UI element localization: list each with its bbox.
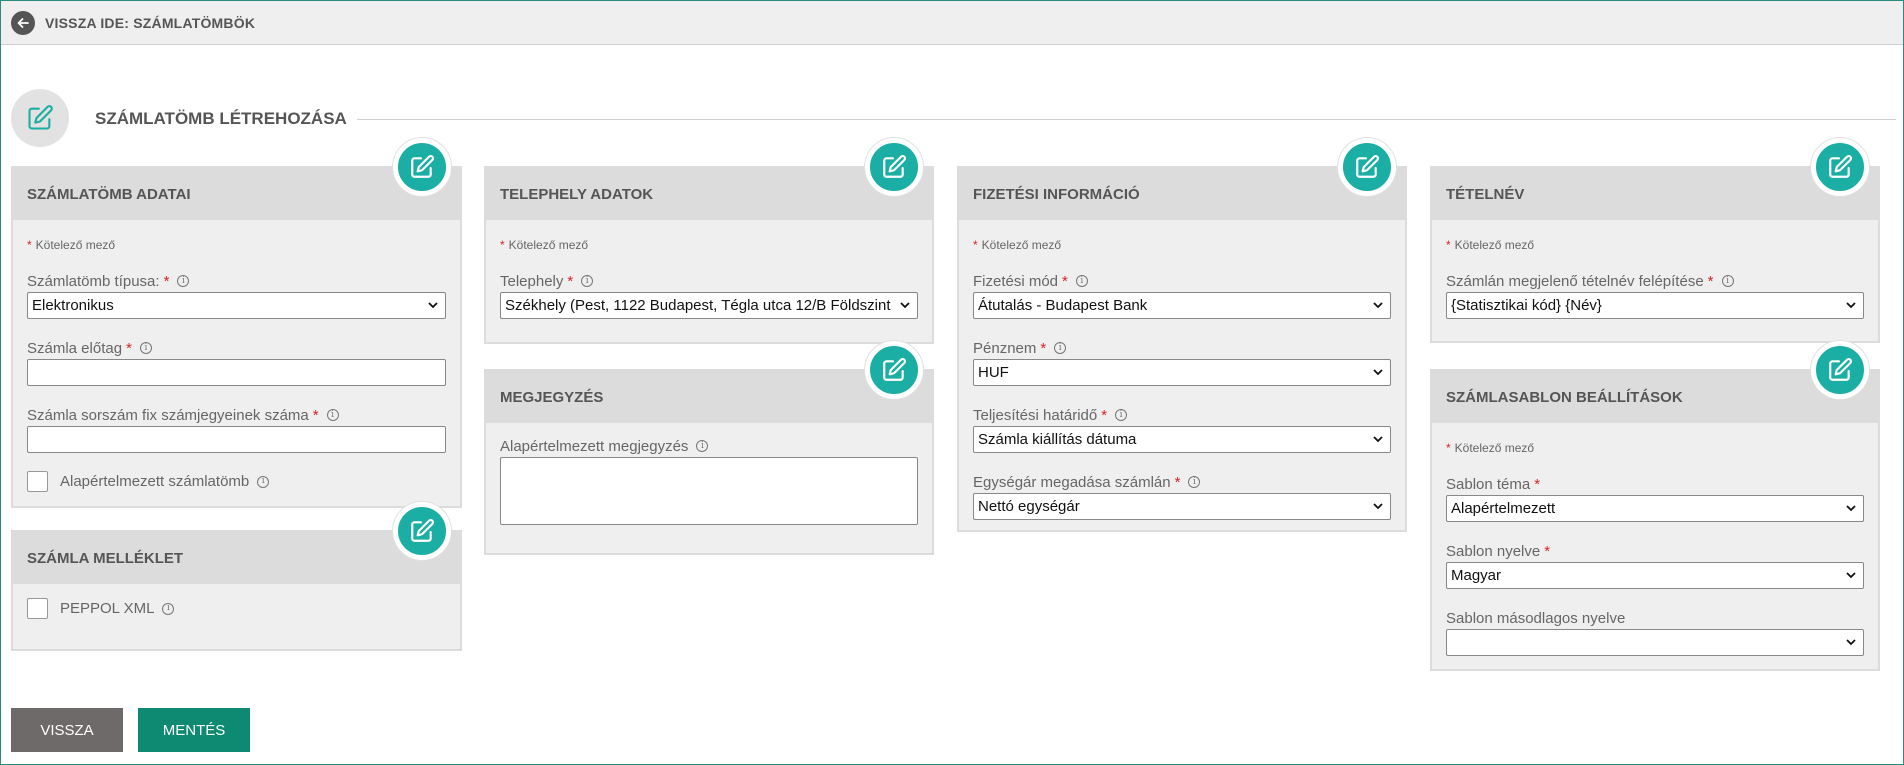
- template-theme-select[interactable]: Alapértelmezett: [1446, 495, 1864, 522]
- info-icon[interactable]: i: [1115, 409, 1128, 421]
- pencil-square-icon: [1811, 341, 1869, 399]
- chevron-down-icon: [1846, 302, 1856, 309]
- field-label: Teljesítési határidő * i: [973, 406, 1391, 424]
- panel-title: SZÁMLA MELLÉKLET: [13, 532, 460, 584]
- panel-title: TÉTELNÉV: [1432, 168, 1878, 220]
- field-label: Telephely * i: [500, 272, 918, 290]
- checkbox-label: PEPPOL XML: [60, 600, 155, 617]
- field-label: Sablon téma *: [1446, 475, 1541, 493]
- field-label: Fizetési mód * i: [973, 272, 1391, 290]
- peppol-row: PEPPOL XML i: [27, 598, 446, 619]
- required-note: * Kötelező mező: [1446, 238, 1535, 252]
- item-name-structure-select[interactable]: {Statisztikai kód} {Név}: [1446, 292, 1864, 319]
- currency-select[interactable]: HUF: [973, 359, 1391, 386]
- field-label: Számla sorszám fix számjegyeinek száma * i: [27, 406, 446, 424]
- save-button[interactable]: MENTÉS: [138, 708, 250, 752]
- required-note: * Kötelező mező: [500, 238, 589, 252]
- required-note: * Kötelező mező: [1446, 441, 1535, 455]
- page-title: SZÁMLATÖMB LÉTREHOZÁSA: [95, 109, 357, 129]
- default-pad-row: Alapértelmezett számlatömb i: [27, 471, 446, 492]
- info-icon[interactable]: i: [326, 409, 339, 421]
- field-label: Sablon másodlagos nyelve: [1446, 609, 1626, 627]
- invoice-attachment-panel: SZÁMLA MELLÉKLET PEPPOL XML i: [11, 530, 462, 651]
- info-icon[interactable]: i: [1075, 275, 1088, 287]
- chevron-down-icon: [1846, 505, 1856, 512]
- panel-title: TELEPHELY ADATOK: [486, 168, 932, 220]
- panel-title: SZÁMLATÖMB ADATAI: [13, 168, 460, 220]
- field-label: Számlán megjelenő tételnév felépítése * i: [1446, 272, 1864, 290]
- info-icon[interactable]: i: [1188, 476, 1201, 488]
- site-select[interactable]: Székhely (Pest, 1122 Budapest, Tégla utc…: [500, 292, 918, 319]
- required-note: * Kötelező mező: [27, 238, 116, 252]
- header-divider: [95, 119, 1896, 120]
- chevron-down-icon: [428, 302, 438, 309]
- page-header: SZÁMLATÖMB LÉTREHOZÁSA: [11, 89, 1896, 149]
- required-note: * Kötelező mező: [973, 238, 1062, 252]
- default-note-textarea[interactable]: [500, 457, 918, 525]
- chevron-down-icon: [1373, 436, 1383, 443]
- payment-method-select[interactable]: Átutalás - Budapest Bank: [973, 292, 1391, 319]
- field-label: Pénznem * i: [973, 339, 1391, 357]
- field-label: Számla előtag * i: [27, 339, 446, 357]
- payment-info-panel: FIZETÉSI INFORMÁCIÓ * Kötelező mező Fizet…: [957, 166, 1407, 532]
- invoice-pad-data-panel: SZÁMLATÖMB ADATAI * Kötelező mező Számlat…: [11, 166, 462, 508]
- invoice-template-panel: SZÁMLASABLON BEÁLLÍTÁSOK * Kötelező mező …: [1430, 369, 1880, 671]
- chevron-down-icon: [1373, 302, 1383, 309]
- template-second-language-select[interactable]: [1446, 629, 1864, 656]
- field-label: Számlatömb típusa: * i: [27, 272, 446, 290]
- back-button[interactable]: VISSZA: [11, 708, 123, 752]
- field-label: Sablon nyelve *: [1446, 542, 1551, 560]
- default-pad-checkbox[interactable]: [27, 471, 48, 492]
- template-language-select[interactable]: Magyar: [1446, 562, 1864, 589]
- top-bar: VISSZA IDE: SZÁMLATÖMBÖK: [1, 1, 1903, 45]
- deadline-select[interactable]: Számla kiállítás dátuma: [973, 426, 1391, 453]
- chevron-down-icon: [899, 299, 911, 311]
- info-icon[interactable]: i: [257, 475, 270, 488]
- checkbox-label: Alapértelmezett számlatömb: [60, 473, 250, 490]
- info-icon[interactable]: i: [581, 275, 594, 287]
- panel-title: FIZETÉSI INFORMÁCIÓ: [959, 168, 1405, 220]
- info-icon[interactable]: i: [139, 342, 152, 354]
- field-label: Alapértelmezett megjegyzés i: [500, 437, 918, 455]
- info-icon[interactable]: i: [1054, 342, 1067, 354]
- pencil-square-icon: [865, 138, 923, 196]
- pad-type-select[interactable]: Elektronikus: [27, 292, 446, 319]
- pencil-square-icon: [11, 89, 69, 147]
- pencil-square-icon: [1811, 138, 1869, 196]
- unit-price-select[interactable]: Nettó egységár: [973, 493, 1391, 520]
- info-icon[interactable]: i: [162, 602, 175, 615]
- chevron-down-icon: [1846, 639, 1856, 646]
- arrow-left-icon[interactable]: [11, 10, 35, 35]
- info-icon[interactable]: i: [1721, 275, 1734, 287]
- info-icon[interactable]: i: [177, 275, 190, 287]
- item-name-panel: TÉTELNÉV * Kötelező mező Számlán megjelen…: [1430, 166, 1880, 343]
- site-data-panel: TELEPHELY ADATOK * Kötelező mező Telephel…: [484, 166, 934, 344]
- pencil-square-icon: [393, 502, 451, 560]
- back-link[interactable]: VISSZA IDE: SZÁMLATÖMBÖK: [45, 15, 255, 31]
- chevron-down-icon: [1373, 369, 1383, 376]
- chevron-down-icon: [1373, 503, 1383, 510]
- pencil-square-icon: [865, 341, 923, 399]
- peppol-checkbox[interactable]: [27, 598, 48, 619]
- panel-title: MEGJEGYZÉS: [486, 371, 932, 423]
- pencil-square-icon: [393, 138, 451, 196]
- info-icon[interactable]: i: [696, 440, 709, 452]
- note-panel: MEGJEGYZÉS Alapértelmezett megjegyzés i: [484, 369, 934, 555]
- chevron-down-icon: [1846, 572, 1856, 579]
- prefix-input[interactable]: [27, 359, 446, 386]
- field-label: Egységár megadása számlán * i: [973, 473, 1391, 491]
- pencil-square-icon: [1338, 138, 1396, 196]
- panel-title: SZÁMLASABLON BEÁLLÍTÁSOK: [1432, 371, 1878, 423]
- serial-digits-input[interactable]: [27, 426, 446, 453]
